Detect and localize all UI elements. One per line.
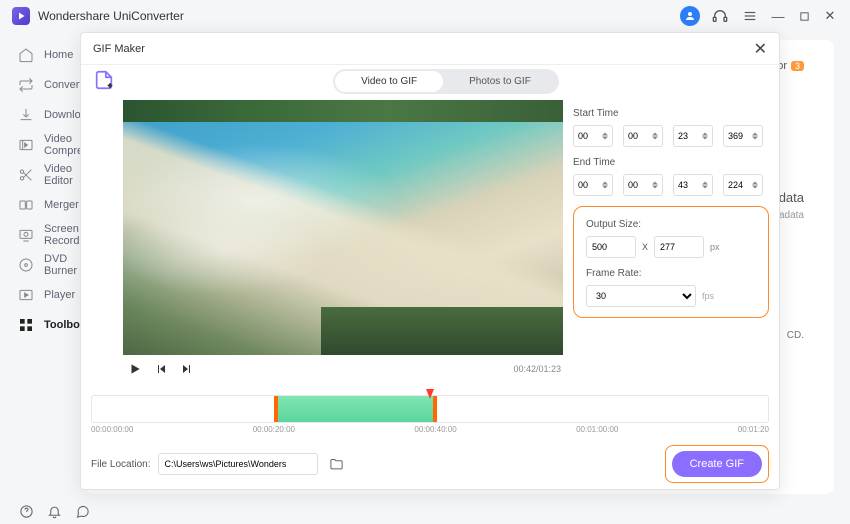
- start-minutes-stepper[interactable]: [623, 125, 663, 147]
- create-button-highlight: Create GIF: [665, 445, 769, 483]
- next-frame-button[interactable]: [177, 359, 197, 379]
- framerate-label: Frame Rate:: [586, 268, 756, 279]
- end-minutes-stepper[interactable]: [623, 174, 663, 196]
- start-hours-stepper[interactable]: [573, 125, 613, 147]
- output-size-label: Output Size:: [586, 219, 756, 230]
- tab-video-to-gif[interactable]: Video to GIF: [335, 71, 443, 92]
- timeline[interactable]: 00:00:00:00 00:00:20:00 00:00:40:00 00:0…: [91, 387, 769, 437]
- modal-title: GIF Maker: [93, 43, 754, 55]
- compress-icon: [18, 137, 34, 153]
- framerate-select[interactable]: 30: [586, 285, 696, 307]
- sidebar-item-label: Home: [44, 49, 73, 61]
- browse-folder-button[interactable]: [326, 454, 346, 474]
- size-separator: X: [642, 242, 648, 252]
- sidebar-item-screen-recorder[interactable]: Screen Recorder: [0, 220, 86, 250]
- app-title: Wondershare UniConverter: [38, 9, 680, 23]
- playback-time: 00:42/01:23: [513, 364, 561, 374]
- sidebar-item-merger[interactable]: Merger: [0, 190, 86, 220]
- timeline-ticks: 00:00:00:00 00:00:20:00 00:00:40:00 00:0…: [91, 425, 769, 434]
- start-ms-stepper[interactable]: [723, 125, 763, 147]
- player-icon: [18, 287, 34, 303]
- background-text: CD.: [787, 330, 804, 341]
- gif-maker-modal: GIF Maker ✕ Video to GIF Photos to GIF: [80, 32, 780, 490]
- headset-icon[interactable]: [710, 6, 730, 26]
- playback-controls: 00:42/01:23: [123, 355, 563, 383]
- window-minimize[interactable]: —: [770, 8, 786, 24]
- home-icon: [18, 47, 34, 63]
- sidebar-item-label: Player: [44, 289, 75, 301]
- fps-label: fps: [702, 291, 714, 301]
- output-settings-highlight: Output Size: X px Frame Rate: 30 fps: [573, 206, 769, 318]
- sidebar-item-downloader[interactable]: Downloader: [0, 100, 86, 130]
- sidebar-item-video-editor[interactable]: Video Editor: [0, 160, 86, 190]
- menu-icon[interactable]: [740, 6, 760, 26]
- timeline-clip[interactable]: [274, 396, 437, 422]
- sidebar-item-video-compressor[interactable]: Video Compressor: [0, 130, 86, 160]
- window-maximize[interactable]: [796, 8, 812, 24]
- file-location-input[interactable]: [158, 453, 318, 475]
- disc-icon: [18, 257, 34, 273]
- start-time-inputs: [573, 125, 769, 147]
- prev-frame-button[interactable]: [151, 359, 171, 379]
- background-text: data: [779, 190, 804, 205]
- start-seconds-stepper[interactable]: [673, 125, 713, 147]
- sidebar-item-converter[interactable]: Converter: [0, 70, 86, 100]
- scissors-icon: [18, 167, 34, 183]
- file-location-label: File Location:: [91, 459, 150, 470]
- bell-icon[interactable]: [46, 503, 62, 519]
- sidebar-item-dvd-burner[interactable]: DVD Burner: [0, 250, 86, 280]
- tab-photos-to-gif[interactable]: Photos to GIF: [443, 71, 557, 92]
- recorder-icon: [18, 227, 34, 243]
- add-file-button[interactable]: [91, 67, 117, 93]
- sidebar-item-label: Merger: [44, 199, 79, 211]
- help-icon[interactable]: [18, 503, 34, 519]
- window-close[interactable]: ✕: [822, 8, 838, 24]
- output-width-input[interactable]: [586, 236, 636, 258]
- sidebar: Home Converter Downloader Video Compress…: [0, 32, 86, 498]
- end-time-label: End Time: [573, 157, 769, 168]
- sidebar-item-toolbox[interactable]: Toolbox: [0, 310, 86, 340]
- merger-icon: [18, 197, 34, 213]
- end-seconds-stepper[interactable]: [673, 174, 713, 196]
- create-gif-button[interactable]: Create GIF: [672, 451, 762, 477]
- start-time-label: Start Time: [573, 108, 769, 119]
- sidebar-item-home[interactable]: Home: [0, 40, 86, 70]
- feedback-icon[interactable]: [74, 503, 90, 519]
- end-time-inputs: [573, 174, 769, 196]
- end-hours-stepper[interactable]: [573, 174, 613, 196]
- footer: [0, 498, 90, 524]
- converter-icon: [18, 77, 34, 93]
- download-icon: [18, 107, 34, 123]
- mode-tabs: Video to GIF Photos to GIF: [123, 69, 769, 94]
- user-avatar[interactable]: [680, 6, 700, 26]
- sidebar-item-player[interactable]: Player: [0, 280, 86, 310]
- bottom-row: File Location: Create GIF: [91, 437, 769, 489]
- modal-header: GIF Maker ✕: [81, 33, 779, 65]
- app-logo: [12, 7, 30, 25]
- modal-close-button[interactable]: ✕: [754, 39, 767, 59]
- video-preview[interactable]: [123, 100, 563, 355]
- titlebar-actions: — ✕: [680, 6, 838, 26]
- px-label: px: [710, 242, 720, 252]
- output-height-input[interactable]: [654, 236, 704, 258]
- end-ms-stepper[interactable]: [723, 174, 763, 196]
- play-button[interactable]: [125, 359, 145, 379]
- notification-badge: 3: [791, 61, 804, 71]
- toolbox-icon: [18, 317, 34, 333]
- titlebar: Wondershare UniConverter — ✕: [0, 0, 850, 32]
